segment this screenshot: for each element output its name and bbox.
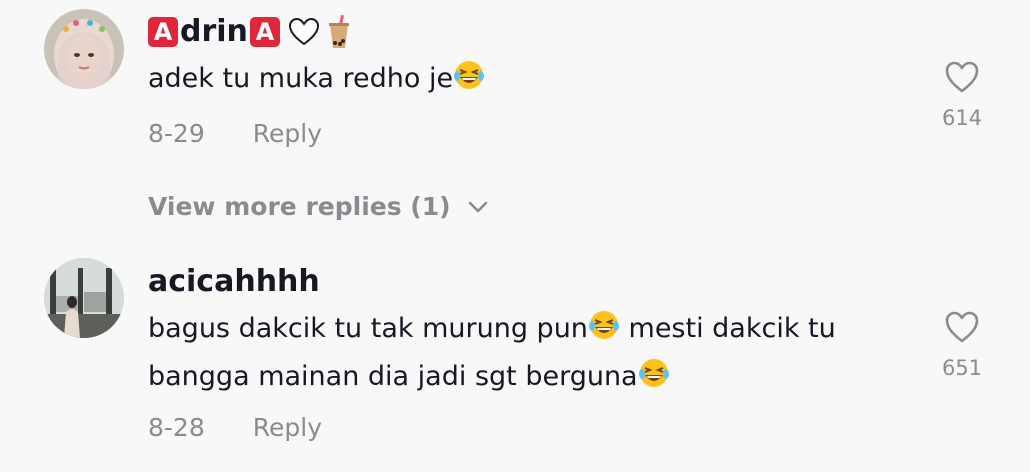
comments-section: A drin A adek tu muka redho je 8-29 Repl…: [0, 0, 1030, 472]
chevron-down-icon: [468, 201, 487, 212]
laughing-tears-emoji: [588, 311, 619, 339]
avatar[interactable]: [44, 258, 124, 338]
comment-text-line1a: bagus dakcik tu tak murung pun: [148, 313, 588, 344]
comment-date: 8-28: [148, 413, 205, 442]
username-text: acicahhhh: [148, 264, 320, 299]
comment-text: adek tu muka redho je: [148, 55, 485, 103]
avatar[interactable]: [44, 9, 124, 89]
username-text: drin: [180, 14, 248, 49]
red-a-badge-icon: A: [148, 16, 178, 47]
laughing-tears-emoji: [454, 61, 485, 89]
comment-date: 8-29: [148, 119, 205, 148]
comment-username[interactable]: acicahhhh: [148, 264, 320, 299]
comment-text: bagus dakcik tu tak murung pun mesti dak…: [148, 305, 836, 401]
heart-outline-icon[interactable]: [944, 60, 980, 94]
like-count: 651: [941, 356, 983, 380]
comment-meta: 8-29 Reply: [148, 119, 322, 148]
comment-meta: 8-28 Reply: [148, 413, 322, 442]
red-a-badge-icon: A: [249, 16, 280, 47]
comment-text-line2: bangga mainan dia jadi sgt berguna: [148, 361, 638, 392]
view-more-replies-label: View more replies (1): [148, 192, 451, 221]
heart-outline-icon[interactable]: [944, 310, 980, 344]
like-count: 614: [941, 106, 983, 130]
like-button[interactable]: 614: [932, 60, 992, 130]
comment-text-content: adek tu muka redho je: [148, 63, 454, 94]
white-heart-icon: [288, 17, 319, 45]
reply-button[interactable]: Reply: [253, 119, 322, 148]
avatar-image: [44, 258, 124, 338]
reply-button[interactable]: Reply: [253, 413, 322, 442]
bubble-tea-icon: [328, 14, 349, 48]
laughing-tears-emoji: [638, 359, 669, 387]
view-more-replies-button[interactable]: View more replies (1): [148, 192, 489, 221]
avatar-image: [44, 9, 124, 89]
comment-username[interactable]: A drin A: [148, 14, 352, 49]
comment-text-line1b: mesti dakcik tu: [619, 313, 836, 344]
like-button[interactable]: 651: [932, 310, 992, 380]
